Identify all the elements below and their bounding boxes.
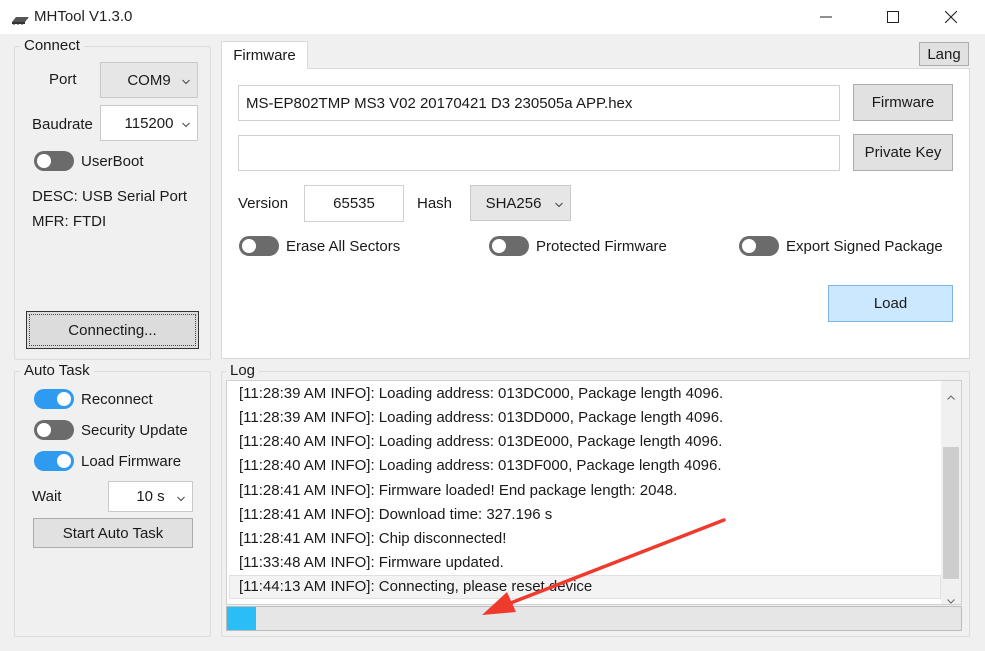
firmware-file-field[interactable]: MS-EP802TMP MS3 V02 20170421 D3 230505a … — [238, 85, 840, 121]
export-signed-package-toggle[interactable] — [739, 236, 779, 256]
log-line: [11:28:39 AM INFO]: Loading address: 013… — [239, 409, 724, 426]
log-list[interactable]: [11:28:39 AM INFO]: Loading address: 013… — [226, 380, 962, 605]
start-auto-task-button[interactable]: Start Auto Task — [33, 518, 193, 548]
log-line: [11:28:41 AM INFO]: Firmware loaded! End… — [239, 482, 678, 499]
device-manufacturer: MFR: FTDI — [32, 213, 107, 230]
port-label: Port — [49, 71, 77, 88]
reconnect-toggle[interactable] — [34, 389, 74, 409]
load-firmware-toggle[interactable] — [34, 451, 74, 471]
log-group-title: Log — [226, 362, 260, 379]
lang-button[interactable]: Lang — [919, 42, 969, 66]
log-scrollbar-thumb[interactable] — [943, 447, 959, 579]
baudrate-select[interactable]: 115200 — [100, 105, 198, 141]
window-title: MHTool V1.3.0 — [34, 8, 133, 25]
progress-bar — [226, 606, 962, 631]
wait-value: 10 s — [136, 488, 165, 505]
tab-firmware[interactable]: Firmware — [221, 41, 308, 69]
load-firmware-label: Load Firmware — [81, 453, 182, 470]
reconnect-label: Reconnect — [81, 391, 153, 408]
chevron-down-icon — [177, 488, 185, 505]
chevron-down-icon — [555, 195, 563, 212]
auto-task-group-title: Auto Task — [20, 362, 94, 379]
title-bar: MHTool V1.3.0 — [0, 0, 985, 34]
progress-bar-fill — [227, 607, 257, 630]
scroll-up-icon[interactable] — [947, 387, 955, 404]
protected-firmware-toggle[interactable] — [489, 236, 529, 256]
export-signed-package-label: Export Signed Package — [786, 238, 943, 255]
private-key-button[interactable]: Private Key — [853, 134, 953, 171]
minimize-icon — [820, 11, 832, 23]
log-line: [11:28:41 AM INFO]: Download time: 327.1… — [239, 506, 553, 523]
load-button[interactable]: Load — [828, 285, 953, 322]
version-field[interactable]: 65535 — [304, 185, 404, 222]
device-description: DESC: USB Serial Port — [32, 188, 188, 205]
protected-firmware-label: Protected Firmware — [536, 238, 667, 255]
log-line: [11:28:40 AM INFO]: Loading address: 013… — [239, 457, 722, 474]
maximize-icon — [887, 11, 899, 23]
log-scrollbar[interactable] — [941, 381, 961, 604]
private-key-field[interactable] — [238, 135, 840, 171]
userboot-toggle[interactable] — [34, 151, 74, 171]
baudrate-label: Baudrate — [32, 116, 93, 133]
version-label: Version — [238, 195, 289, 212]
connect-button[interactable]: Connecting... — [26, 311, 199, 349]
baudrate-value: 115200 — [124, 114, 174, 132]
security-update-label: Security Update — [81, 422, 188, 439]
userboot-label: UserBoot — [81, 153, 144, 170]
firmware-button[interactable]: Firmware — [853, 84, 953, 121]
erase-all-sectors-label: Erase All Sectors — [286, 238, 401, 255]
port-value: COM9 — [127, 71, 171, 89]
log-line: [11:33:48 AM INFO]: Firmware updated. — [239, 554, 504, 571]
security-update-toggle[interactable] — [34, 420, 74, 440]
close-button[interactable] — [928, 0, 974, 34]
log-line: [11:44:13 AM INFO]: Connecting, please r… — [239, 578, 593, 595]
port-select[interactable]: COM9 — [100, 62, 198, 98]
wait-select[interactable]: 10 s — [108, 481, 193, 512]
connect-group-title: Connect — [20, 37, 84, 54]
erase-all-sectors-toggle[interactable] — [239, 236, 279, 256]
chip-icon — [10, 12, 30, 29]
chevron-down-icon — [182, 72, 190, 89]
maximize-button[interactable] — [870, 0, 916, 34]
log-line: [11:28:41 AM INFO]: Chip disconnected! — [239, 530, 507, 547]
close-icon — [945, 11, 957, 23]
wait-label: Wait — [32, 488, 62, 505]
log-line: [11:28:39 AM INFO]: Loading address: 013… — [239, 385, 724, 402]
hash-value: SHA256 — [485, 194, 542, 212]
log-line: [11:28:40 AM INFO]: Loading address: 013… — [239, 433, 723, 450]
hash-select[interactable]: SHA256 — [470, 185, 571, 221]
minimize-button[interactable] — [803, 0, 849, 34]
chevron-down-icon — [182, 115, 190, 132]
hash-label: Hash — [417, 195, 453, 212]
